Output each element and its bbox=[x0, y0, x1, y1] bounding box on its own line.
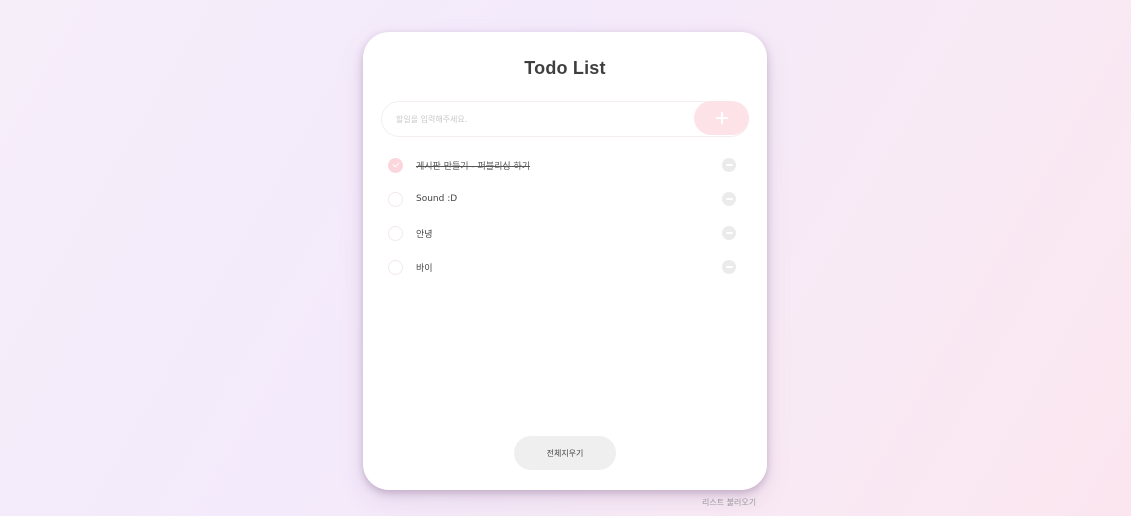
todo-item: Sound :D bbox=[388, 182, 742, 216]
todo-input-container bbox=[381, 101, 749, 137]
checked-circle-icon[interactable] bbox=[388, 157, 403, 173]
checkmark-icon bbox=[391, 160, 400, 168]
plus-icon bbox=[715, 112, 728, 124]
unchecked-circle-icon[interactable] bbox=[388, 225, 403, 241]
minus-icon bbox=[725, 198, 733, 200]
minus-icon bbox=[725, 164, 733, 166]
unchecked-circle-icon[interactable] bbox=[388, 191, 403, 207]
clear-all-button[interactable]: 전체지우기 bbox=[514, 436, 616, 470]
todo-input[interactable] bbox=[396, 102, 686, 136]
todo-card: Todo List 게시판 만들기 - 퍼블리싱 하기 Sound :D 안녕 bbox=[363, 32, 767, 490]
minus-icon bbox=[725, 232, 733, 234]
todo-item-text: Sound :D bbox=[416, 194, 458, 204]
remove-circle-icon[interactable] bbox=[722, 260, 736, 274]
todo-list: 게시판 만들기 - 퍼블리싱 하기 Sound :D 안녕 바이 bbox=[388, 148, 742, 284]
todo-item-text: 바이 bbox=[416, 263, 433, 274]
remove-circle-icon[interactable] bbox=[722, 158, 736, 172]
load-list-link[interactable]: 리스트 불러오기 bbox=[702, 497, 756, 508]
unchecked-circle-icon[interactable] bbox=[388, 259, 403, 275]
todo-item-text: 게시판 만들기 - 퍼블리싱 하기 bbox=[416, 161, 531, 172]
remove-circle-icon[interactable] bbox=[722, 226, 736, 240]
todo-item: 바이 bbox=[388, 250, 742, 284]
todo-item: 게시판 만들기 - 퍼블리싱 하기 bbox=[388, 148, 742, 182]
remove-circle-icon[interactable] bbox=[722, 192, 736, 206]
todo-item: 안녕 bbox=[388, 216, 742, 250]
todo-item-text: 안녕 bbox=[416, 229, 433, 240]
app-title: Todo List bbox=[524, 58, 606, 78]
add-todo-button[interactable] bbox=[694, 101, 749, 135]
minus-icon bbox=[725, 266, 733, 268]
